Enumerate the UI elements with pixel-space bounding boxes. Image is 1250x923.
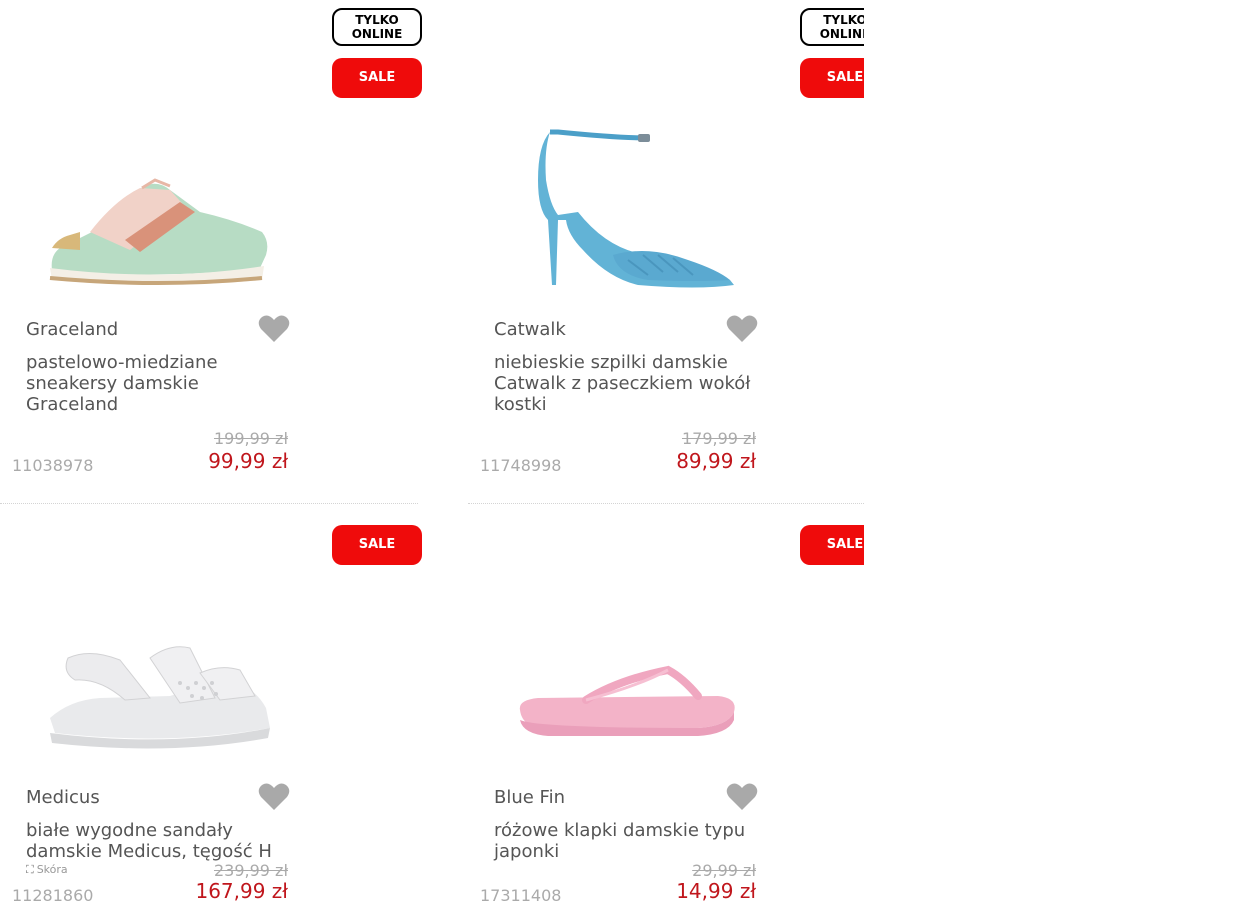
- sale-price: 14,99 zł: [676, 879, 756, 903]
- online-only-badge: TYLKO ONLINE: [332, 8, 422, 46]
- heart-icon[interactable]: [258, 314, 290, 344]
- product-card[interactable]: SALE Blue Fin różowe klapki damskie typu…: [468, 468, 864, 920]
- product-card[interactable]: SALE Medicus białe wygodne sandały damsk…: [0, 468, 432, 920]
- product-grid: TYLKO ONLINE SALE Graceland pastelowo-mi…: [0, 0, 864, 923]
- product-image[interactable]: [30, 120, 300, 295]
- product-brand[interactable]: Graceland: [26, 319, 118, 340]
- material-tag: ⛶ Skóra: [26, 863, 68, 877]
- product-brand[interactable]: Blue Fin: [494, 787, 565, 808]
- old-price: 29,99 zł: [692, 861, 756, 880]
- sale-badge: SALE: [800, 525, 864, 565]
- leather-icon: ⛶: [26, 863, 34, 876]
- product-title[interactable]: niebieskie szpilki damskie Catwalk z pas…: [494, 352, 759, 415]
- product-title[interactable]: białe wygodne sandały damskie Medicus, t…: [26, 820, 291, 862]
- heart-icon[interactable]: [726, 782, 758, 812]
- sale-badge: SALE: [800, 58, 864, 98]
- badge-text: TYLKO: [823, 13, 864, 27]
- old-price: 199,99 zł: [213, 429, 288, 448]
- product-title[interactable]: pastelowo-miedziane sneakersy damskie Gr…: [26, 352, 291, 415]
- sale-badge: SALE: [332, 58, 422, 98]
- product-image[interactable]: [30, 588, 300, 763]
- old-price: 239,99 zł: [213, 861, 288, 880]
- product-title[interactable]: różowe klapki damskie typu japonki: [494, 820, 759, 862]
- badge-text: ONLINE: [819, 27, 864, 41]
- product-brand[interactable]: Catwalk: [494, 319, 566, 340]
- badge-text: ONLINE: [351, 27, 403, 41]
- product-card[interactable]: TYLKO ONLINE SALE Catwalk niebieskie szp…: [468, 0, 864, 475]
- heart-icon[interactable]: [258, 782, 290, 812]
- product-image[interactable]: [498, 588, 768, 763]
- sale-badge: SALE: [332, 525, 422, 565]
- product-brand[interactable]: Medicus: [26, 787, 100, 808]
- material-label: Skóra: [36, 863, 68, 876]
- product-image[interactable]: [498, 120, 768, 295]
- old-price: 179,99 zł: [681, 429, 756, 448]
- heart-icon[interactable]: [726, 314, 758, 344]
- product-sku: 11281860: [12, 886, 94, 905]
- online-only-badge: TYLKO ONLINE: [800, 8, 864, 46]
- sale-price: 167,99 zł: [195, 879, 288, 903]
- product-card[interactable]: TYLKO ONLINE SALE Graceland pastelowo-mi…: [0, 0, 432, 475]
- badge-text: TYLKO: [355, 13, 399, 27]
- product-sku: 17311408: [480, 886, 562, 905]
